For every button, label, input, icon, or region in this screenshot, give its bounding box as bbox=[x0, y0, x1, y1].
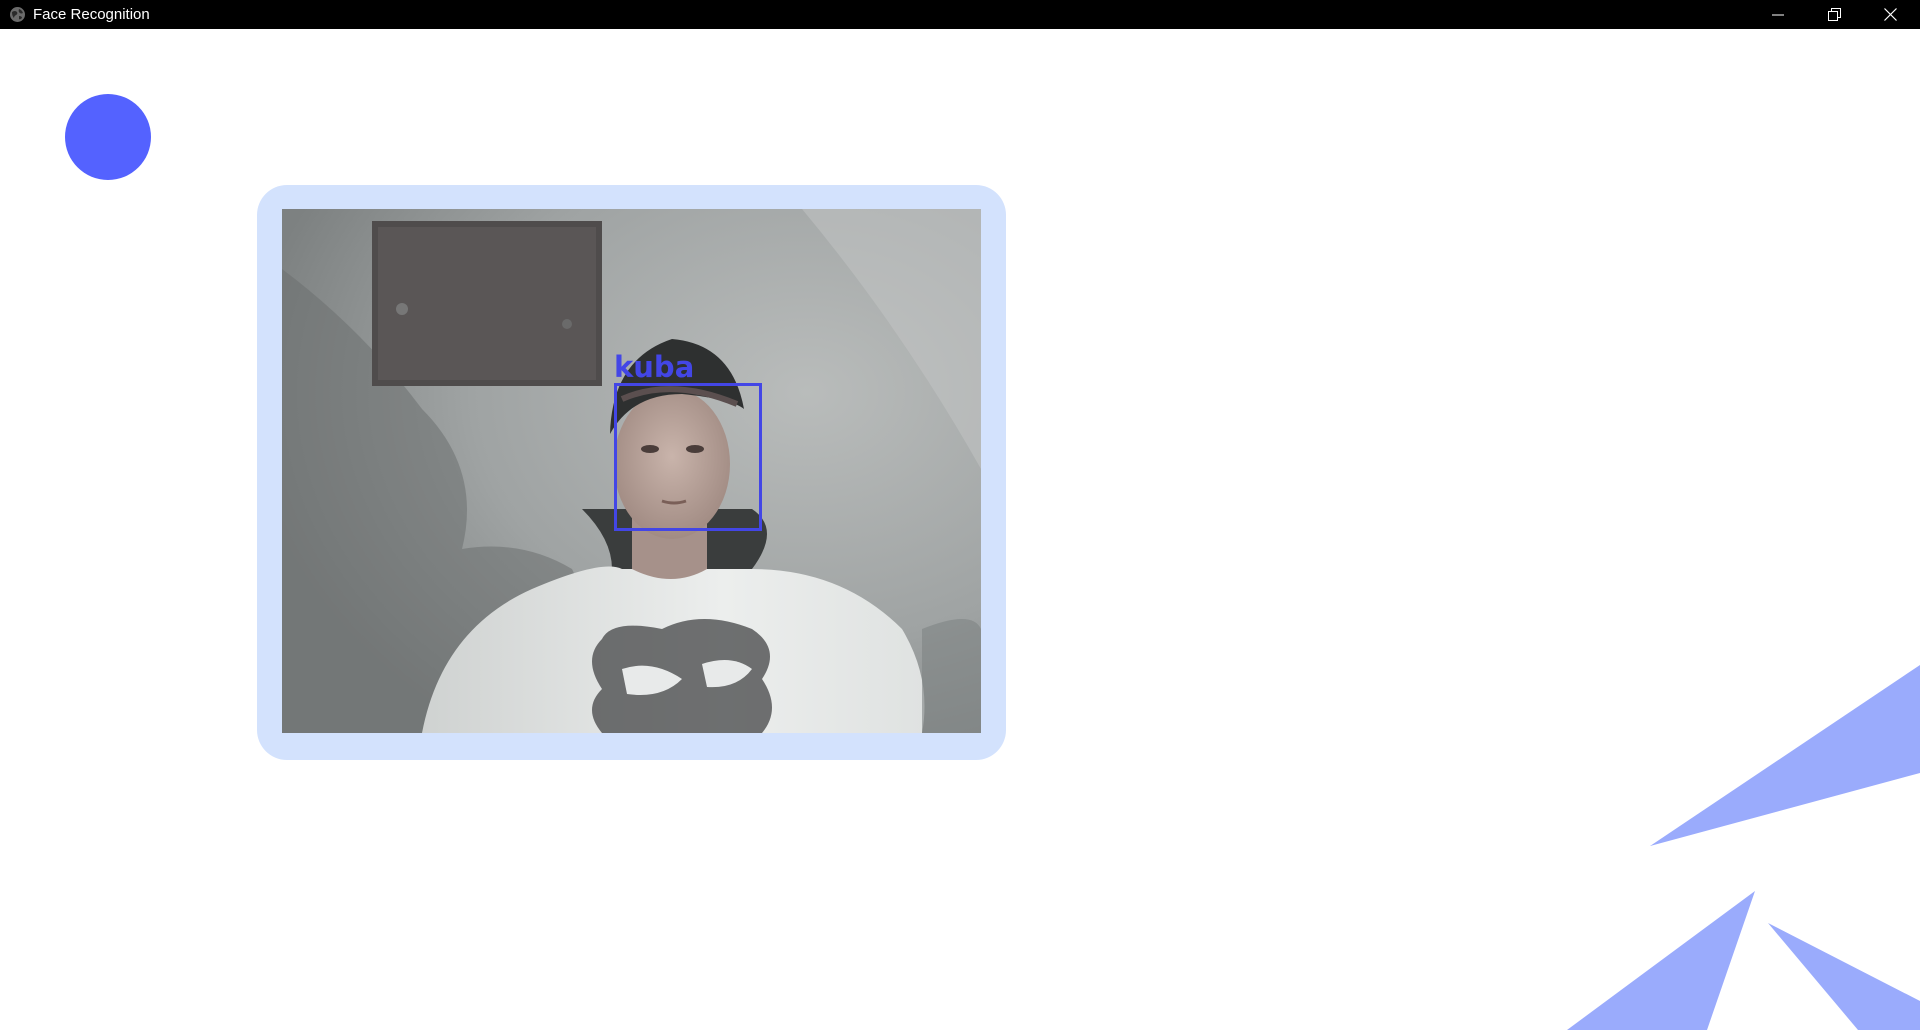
restore-icon bbox=[1827, 8, 1841, 21]
title-bar: Face Recognition bbox=[0, 0, 1920, 29]
minimize-button[interactable] bbox=[1750, 0, 1806, 29]
app-canvas: kuba bbox=[0, 29, 1920, 1030]
decorative-triangle-2 bbox=[1567, 891, 1755, 1030]
restore-button[interactable] bbox=[1806, 0, 1862, 29]
minimize-icon bbox=[1772, 14, 1784, 15]
decorative-triangle-1 bbox=[1650, 665, 1920, 846]
decorative-triangle-3 bbox=[1768, 923, 1920, 1030]
decorative-shapes bbox=[1567, 665, 1920, 1030]
window-title: Face Recognition bbox=[33, 6, 150, 23]
globe-icon bbox=[9, 6, 26, 23]
close-button[interactable] bbox=[1862, 0, 1918, 29]
close-icon bbox=[1883, 8, 1897, 21]
